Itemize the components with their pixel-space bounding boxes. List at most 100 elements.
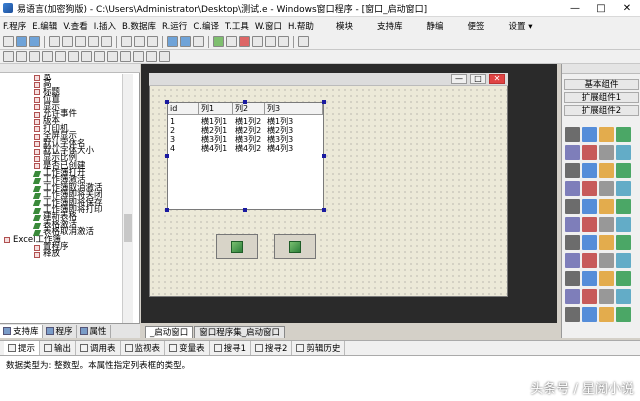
radio-icon[interactable] (599, 145, 614, 160)
tip-icon[interactable] (616, 289, 631, 304)
web-icon[interactable] (616, 253, 631, 268)
align-top-icon[interactable] (42, 51, 53, 62)
cut-icon[interactable] (49, 36, 60, 47)
list-box-icon[interactable] (565, 163, 580, 178)
grid-icon[interactable] (616, 181, 631, 196)
design-tab[interactable]: _启动窗口 (145, 326, 194, 338)
menu-item-right[interactable]: 静编 (421, 20, 448, 32)
group-box-icon[interactable] (616, 145, 631, 160)
align-middle-icon[interactable] (55, 51, 66, 62)
status-icon[interactable] (565, 235, 580, 250)
timer-icon[interactable] (565, 181, 580, 196)
hotkey-icon[interactable] (582, 253, 597, 268)
v-space-icon[interactable] (133, 51, 144, 62)
binoculars-icon[interactable] (298, 36, 309, 47)
left-tab[interactable]: 属性 (77, 324, 111, 338)
left-tab[interactable]: 程序 (43, 324, 77, 338)
button-icon[interactable] (616, 127, 631, 142)
bottom-tab[interactable]: 监视表 (121, 341, 166, 355)
tab-icon[interactable] (565, 217, 580, 232)
goto-icon[interactable] (147, 36, 158, 47)
socket-icon[interactable] (582, 271, 597, 286)
bottom-tab[interactable]: 提示 (4, 341, 41, 355)
combo-box-icon[interactable] (582, 163, 597, 178)
same-size-icon[interactable] (107, 51, 118, 62)
bottom-tab[interactable]: 搜寻2 (251, 341, 293, 355)
checkbox-icon[interactable] (582, 145, 597, 160)
menu-item-right[interactable]: 便签 (462, 20, 489, 32)
tree-item[interactable]: 高 (0, 80, 122, 89)
data-provider-icon[interactable] (599, 307, 614, 322)
bottom-tab[interactable]: 输出 (40, 341, 77, 355)
menu-icon[interactable] (599, 289, 614, 304)
tree-item[interactable]: 置程序 (0, 242, 122, 251)
extended-components-1-button[interactable]: 扩展组件1 (564, 92, 639, 103)
layout-icon[interactable] (167, 36, 178, 47)
animation-icon[interactable] (599, 253, 614, 268)
tree-scrollbar[interactable] (122, 74, 133, 336)
menu-item[interactable]: T.工具 (222, 20, 252, 32)
calendar-icon[interactable] (565, 199, 580, 214)
open-icon[interactable] (16, 36, 27, 47)
picture-icon[interactable] (582, 127, 597, 142)
ip-icon[interactable] (565, 253, 580, 268)
replace-icon[interactable] (134, 36, 145, 47)
data-source-icon[interactable] (582, 307, 597, 322)
find-icon[interactable] (121, 36, 132, 47)
toolbar-icon[interactable] (616, 217, 631, 232)
run-icon[interactable] (213, 36, 224, 47)
tree-item[interactable]: 位置 (0, 95, 122, 104)
new-file-icon[interactable] (3, 36, 14, 47)
selection-handle[interactable] (243, 100, 247, 104)
selection-handle[interactable] (165, 100, 169, 104)
selection-handle[interactable] (165, 154, 169, 158)
form-close-icon[interactable]: ✕ (489, 74, 505, 84)
scrollbar-thumb[interactable] (124, 214, 132, 242)
tree-item[interactable]: 释放 (0, 250, 122, 259)
menu-item[interactable]: B.数据库 (119, 20, 159, 32)
bottom-tab[interactable]: 剪辑历史 (292, 341, 346, 355)
redo-icon[interactable] (101, 36, 112, 47)
stop-icon[interactable] (239, 36, 250, 47)
step-out-icon[interactable] (278, 36, 289, 47)
design-tab[interactable]: 窗口程序集_启动窗口 (194, 326, 286, 338)
close-button[interactable]: ✕ (614, 0, 640, 17)
menu-item-right[interactable]: 设置 ▾ (504, 20, 538, 32)
save-icon[interactable] (29, 36, 40, 47)
file-icon[interactable] (616, 199, 631, 214)
menu-item[interactable]: V.查看 (60, 20, 90, 32)
align-center-icon[interactable] (16, 51, 27, 62)
spin-icon[interactable] (582, 235, 597, 250)
align-bottom-icon[interactable] (68, 51, 79, 62)
menu-item[interactable]: E.编辑 (29, 20, 60, 32)
menu-item-right[interactable]: 支持库 (372, 20, 408, 32)
drive-icon[interactable] (582, 199, 597, 214)
shape-icon[interactable] (599, 181, 614, 196)
form-maximize-icon[interactable]: □ (470, 74, 486, 84)
db-icon[interactable] (616, 271, 631, 286)
dialog-icon[interactable] (582, 289, 597, 304)
tree-icon[interactable] (582, 217, 597, 232)
tree-item[interactable]: 允许事件 (0, 109, 122, 118)
menu-item[interactable]: F.程序 (0, 20, 29, 32)
form-button-1[interactable] (216, 234, 258, 259)
same-width-icon[interactable] (81, 51, 92, 62)
menu-item[interactable]: C.编译 (190, 20, 222, 32)
menu-item[interactable]: R.运行 (159, 20, 190, 32)
selection-handle[interactable] (322, 208, 326, 212)
selection-handle[interactable] (165, 208, 169, 212)
bottom-tab[interactable]: 变量表 (165, 341, 210, 355)
print-icon[interactable] (565, 289, 580, 304)
table-icon[interactable] (616, 307, 631, 322)
menu-item[interactable]: I.插入 (91, 20, 119, 32)
selection-handle[interactable] (243, 208, 247, 212)
minimize-button[interactable]: — (562, 0, 588, 17)
step-icon[interactable] (252, 36, 263, 47)
list-table[interactable]: id 列1 列2 列3 1 横1列1 横1列2 横1列3 2 横2列1 横2列2 横2列3 3 横3列1… (167, 102, 324, 210)
same-height-icon[interactable] (94, 51, 105, 62)
layout3-icon[interactable] (193, 36, 204, 47)
rich-text-icon[interactable] (616, 235, 631, 250)
media-icon[interactable] (565, 271, 580, 286)
list-view-icon[interactable] (599, 217, 614, 232)
progress-icon[interactable] (616, 163, 631, 178)
